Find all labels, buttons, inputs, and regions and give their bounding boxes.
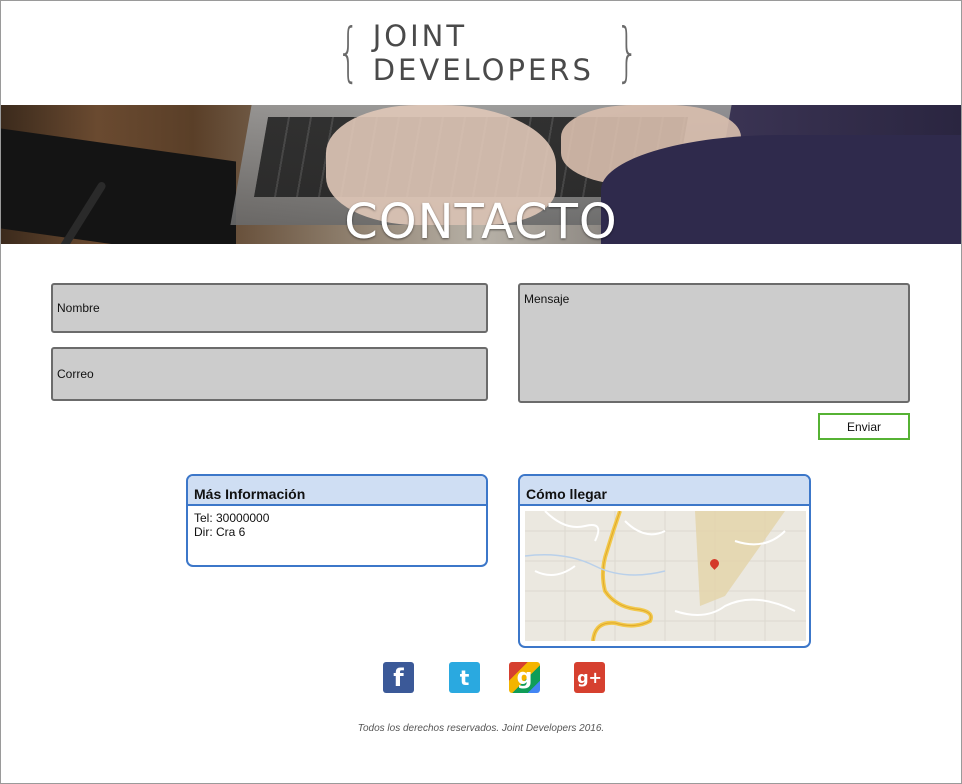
google-plus-icon[interactable]: g+	[574, 662, 605, 693]
message-textarea[interactable]: Mensaje	[518, 283, 910, 403]
info-panel: Más Información Tel: 30000000 Dir: Cra 6	[186, 474, 488, 567]
send-button[interactable]: Enviar	[818, 413, 910, 440]
logo-brace-left: {	[337, 16, 360, 90]
twitter-glyph: t	[459, 665, 470, 690]
email-input-placeholder: Correo	[57, 367, 94, 381]
info-panel-title: Más Información	[188, 476, 486, 506]
address-text: Dir: Cra 6	[194, 525, 246, 539]
name-input-placeholder: Nombre	[57, 301, 100, 315]
facebook-icon[interactable]: f	[383, 662, 414, 693]
message-placeholder: Mensaje	[524, 292, 570, 306]
directions-panel: Cómo llegar	[518, 474, 811, 648]
google-icon[interactable]: g	[509, 662, 540, 693]
google-plus-glyph: g+	[577, 668, 602, 687]
map-graphic	[525, 511, 806, 641]
page-title: CONTACTO	[344, 194, 618, 244]
site-logo[interactable]: { JOINT DEVELOPERS }	[328, 14, 648, 92]
info-panel-body: Tel: 30000000 Dir: Cra 6	[188, 506, 486, 544]
footer-text: Todos los derechos reservados. Joint Dev…	[357, 723, 605, 734]
hero-banner: CONTACTO	[1, 105, 961, 244]
directions-panel-title: Cómo llegar	[520, 476, 809, 506]
logo-brace-right: }	[616, 16, 639, 90]
facebook-glyph: f	[393, 663, 404, 692]
name-input[interactable]: Nombre	[51, 283, 488, 333]
email-input[interactable]: Correo	[51, 347, 488, 401]
logo-text: JOINT DEVELOPERS	[372, 19, 594, 87]
location-map[interactable]	[525, 511, 806, 641]
google-glyph: g	[516, 665, 533, 690]
twitter-icon[interactable]: t	[449, 662, 480, 693]
phone-text: Tel: 30000000	[194, 511, 270, 525]
